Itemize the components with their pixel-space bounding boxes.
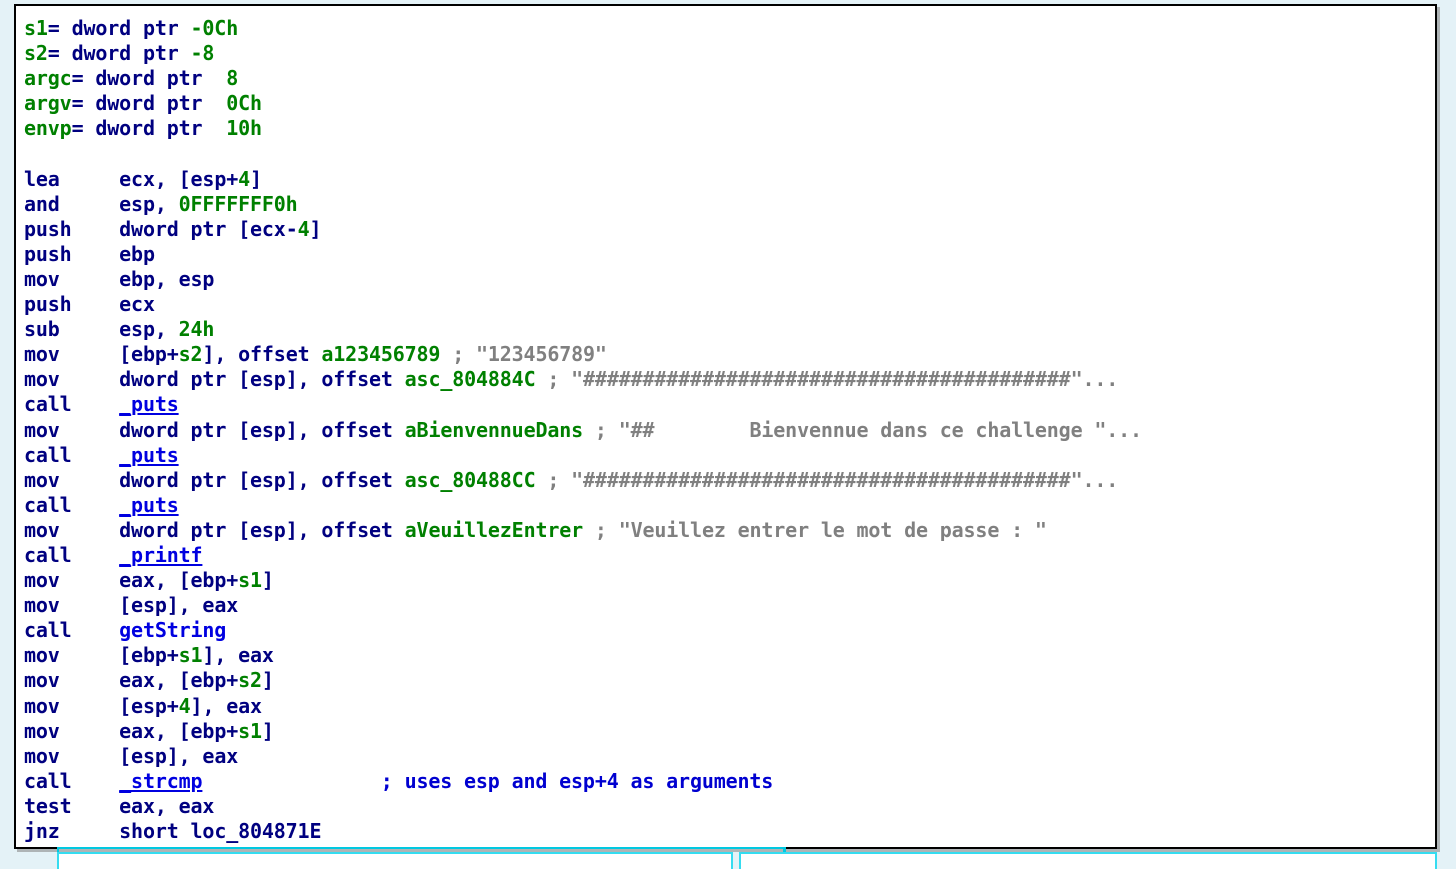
stack-var-s1[interactable]: s1 bbox=[24, 16, 48, 40]
instruction-line[interactable]: sub esp, 24h bbox=[24, 317, 1435, 342]
mnemonic: lea bbox=[24, 166, 60, 191]
instruction-line[interactable]: call _strcmp ; uses esp and esp+4 as arg… bbox=[24, 769, 1435, 794]
mnemonic: push bbox=[24, 292, 72, 317]
stack-var-s2[interactable]: s2 bbox=[238, 668, 262, 692]
data-xref-a123456789[interactable]: a123456789 bbox=[321, 342, 440, 366]
instruction-line[interactable]: push ebp bbox=[24, 242, 1435, 267]
successor-block-false[interactable] bbox=[57, 852, 733, 869]
mnemonic: call bbox=[24, 492, 72, 517]
mnemonic: push bbox=[24, 241, 72, 266]
instruction-line[interactable]: mov [esp], eax bbox=[24, 593, 1435, 618]
successor-block-true[interactable] bbox=[739, 852, 1437, 869]
instruction-line[interactable]: mov [esp], eax bbox=[24, 744, 1435, 769]
api-call-puts[interactable]: _puts bbox=[119, 493, 179, 517]
mnemonic: mov bbox=[24, 643, 60, 668]
instruction-line[interactable]: call _puts bbox=[24, 493, 1435, 518]
stack-var-s2[interactable]: s2 bbox=[24, 41, 48, 65]
instruction-line[interactable]: mov [ebp+s2], offset a123456789 ; "12345… bbox=[24, 342, 1435, 367]
api-call-printf[interactable]: _printf bbox=[119, 543, 202, 567]
mnemonic: push bbox=[24, 216, 72, 241]
stack-var-s1[interactable]: s1 bbox=[238, 719, 262, 743]
instruction-line[interactable]: push ecx bbox=[24, 292, 1435, 317]
mnemonic: mov bbox=[24, 517, 60, 542]
basic-block-node[interactable]: s1= dword ptr -0Ch s2= dword ptr -8 argc= … bbox=[14, 4, 1437, 849]
instruction-line[interactable]: mov eax, [ebp+s2] bbox=[24, 668, 1435, 693]
mnemonic: call bbox=[24, 442, 72, 467]
mnemonic: test bbox=[24, 793, 72, 818]
stack-var-argc[interactable]: argc bbox=[24, 66, 72, 90]
mnemonic: mov bbox=[24, 593, 60, 618]
api-call-strcmp[interactable]: _strcmp bbox=[119, 769, 202, 793]
mnemonic: mov bbox=[24, 342, 60, 367]
instruction-line[interactable]: mov [ebp+s1], eax bbox=[24, 643, 1435, 668]
instruction-line[interactable]: mov dword ptr [esp], offset asc_804884C … bbox=[24, 367, 1435, 392]
stack-var-line: s2= dword ptr -8 bbox=[24, 41, 215, 66]
instruction-line[interactable]: call _puts bbox=[24, 392, 1435, 417]
string-comment[interactable]: ; "123456789" bbox=[440, 342, 607, 366]
mnemonic: call bbox=[24, 768, 72, 793]
stack-var-line: argv= dword ptr 0Ch bbox=[24, 91, 262, 116]
instruction-line[interactable]: call getString bbox=[24, 618, 1435, 643]
instruction-line[interactable]: mov eax, [ebp+s1] bbox=[24, 568, 1435, 593]
data-xref-asc_804884C[interactable]: asc_804884C bbox=[405, 367, 536, 391]
instruction-line[interactable]: mov ebp, esp bbox=[24, 267, 1435, 292]
mnemonic: mov bbox=[24, 367, 60, 392]
mnemonic: mov bbox=[24, 417, 60, 442]
function-call-getString[interactable]: getString bbox=[119, 618, 226, 642]
mnemonic: mov bbox=[24, 693, 60, 718]
instruction-line[interactable]: mov eax, [ebp+s1] bbox=[24, 719, 1435, 744]
mnemonic: mov bbox=[24, 266, 60, 291]
mnemonic: mov bbox=[24, 467, 60, 492]
stack-var-line: envp= dword ptr 10h bbox=[24, 116, 262, 141]
instruction-line[interactable]: push dword ptr [ecx-4] bbox=[24, 217, 1435, 242]
graph-canvas[interactable]: s1= dword ptr -0Ch s2= dword ptr -8 argc= … bbox=[0, 0, 1456, 869]
instruction-line[interactable]: mov dword ptr [esp], offset asc_80488CC … bbox=[24, 468, 1435, 493]
mnemonic: jnz bbox=[24, 819, 60, 843]
string-comment[interactable]: ; "Veuillez entrer le mot de passe : " bbox=[583, 518, 1047, 542]
mnemonic: call bbox=[24, 618, 72, 643]
instruction-line[interactable]: mov [esp+4], eax bbox=[24, 694, 1435, 719]
instruction-line[interactable]: test eax, eax bbox=[24, 794, 1435, 819]
mnemonic: mov bbox=[24, 568, 60, 593]
disassembly-listing[interactable]: s1= dword ptr -0Ch s2= dword ptr -8 argc= … bbox=[24, 16, 1435, 844]
auto-comment[interactable]: ; uses esp and esp+4 as arguments bbox=[381, 769, 774, 793]
mnemonic: call bbox=[24, 392, 72, 417]
string-comment[interactable]: ; "## Bienvennue dans ce challenge "... bbox=[583, 418, 1142, 442]
flow-edge-horizontal bbox=[57, 847, 786, 849]
string-comment[interactable]: ; "#####################################… bbox=[535, 468, 1118, 492]
instruction-line[interactable]: lea ecx, [esp+4] bbox=[24, 167, 1435, 192]
stack-var-line: argc= dword ptr 8 bbox=[24, 66, 239, 91]
stack-var-envp[interactable]: envp bbox=[24, 116, 72, 140]
instruction-line[interactable]: and esp, 0FFFFFFF0h bbox=[24, 192, 1435, 217]
mnemonic: sub bbox=[24, 317, 60, 342]
mnemonic: mov bbox=[24, 718, 60, 743]
stack-var-line: s1= dword ptr -0Ch bbox=[24, 16, 239, 40]
data-xref-asc_80488CC[interactable]: asc_80488CC bbox=[405, 468, 536, 492]
instruction-line[interactable]: jnz short loc_804871E bbox=[24, 819, 1435, 844]
instruction-line[interactable]: call _puts bbox=[24, 443, 1435, 468]
data-xref-aBienvennueDans[interactable]: aBienvennueDans bbox=[405, 418, 584, 442]
mnemonic: call bbox=[24, 542, 72, 567]
instruction-line[interactable]: mov dword ptr [esp], offset aBienvennueD… bbox=[24, 418, 1435, 443]
mnemonic: mov bbox=[24, 668, 60, 693]
instruction-line[interactable]: mov dword ptr [esp], offset aVeuillezEnt… bbox=[24, 518, 1435, 543]
api-call-puts[interactable]: _puts bbox=[119, 443, 179, 467]
api-call-puts[interactable]: _puts bbox=[119, 392, 179, 416]
stack-var-s2[interactable]: s2 bbox=[179, 342, 203, 366]
string-comment[interactable]: ; "#####################################… bbox=[535, 367, 1118, 391]
stack-var-argv[interactable]: argv bbox=[24, 91, 72, 115]
mnemonic: and bbox=[24, 191, 60, 216]
mnemonic: mov bbox=[24, 743, 60, 768]
stack-var-s1[interactable]: s1 bbox=[179, 643, 203, 667]
instruction-line[interactable]: call _printf bbox=[24, 543, 1435, 568]
data-xref-aVeuillezEntrer[interactable]: aVeuillezEntrer bbox=[405, 518, 584, 542]
code-xref-loc_804871E[interactable]: loc_804871E bbox=[191, 819, 322, 843]
stack-var-s1[interactable]: s1 bbox=[238, 568, 262, 592]
